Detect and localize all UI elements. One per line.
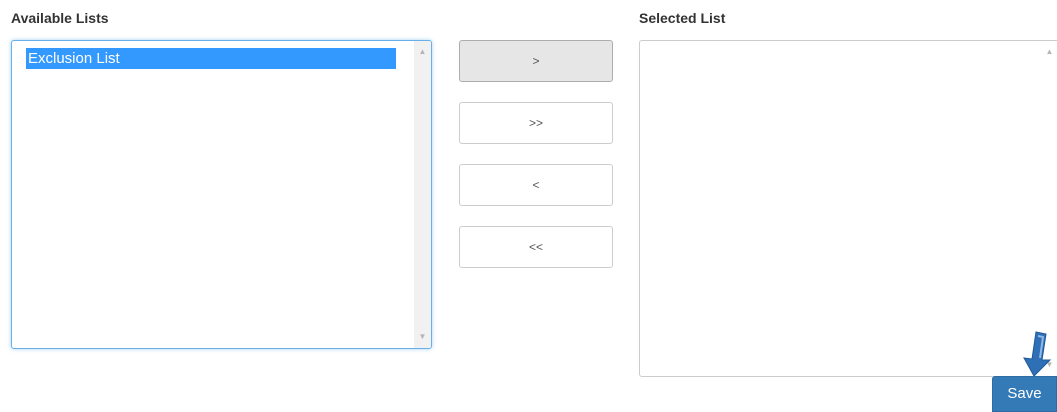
move-left-button[interactable]: < (459, 164, 613, 206)
scroll-up-arrow-icon[interactable]: ▲ (1041, 47, 1057, 57)
down-arrow-icon (1023, 331, 1052, 377)
selected-list-scrollbar[interactable]: ▲ ▼ (1041, 41, 1057, 376)
selected-list-items (640, 41, 1057, 48)
move-all-right-button[interactable]: >> (459, 102, 613, 144)
scroll-up-arrow-icon[interactable]: ▲ (414, 47, 431, 57)
list-option-exclusion-list[interactable]: Exclusion List (26, 48, 396, 69)
available-lists-label: Available Lists (11, 10, 109, 26)
selected-list-label: Selected List (639, 10, 726, 26)
selected-list-listbox[interactable]: ▲ ▼ (639, 40, 1057, 377)
move-right-button[interactable]: > (459, 40, 613, 82)
scroll-down-arrow-icon[interactable]: ▼ (414, 332, 431, 342)
move-all-left-button[interactable]: << (459, 226, 613, 268)
available-lists-listbox[interactable]: Exclusion List ▲ ▼ (11, 40, 432, 349)
available-lists-items: Exclusion List (12, 41, 431, 69)
save-button[interactable]: Save (992, 376, 1057, 412)
available-lists-scrollbar[interactable]: ▲ ▼ (414, 41, 431, 348)
